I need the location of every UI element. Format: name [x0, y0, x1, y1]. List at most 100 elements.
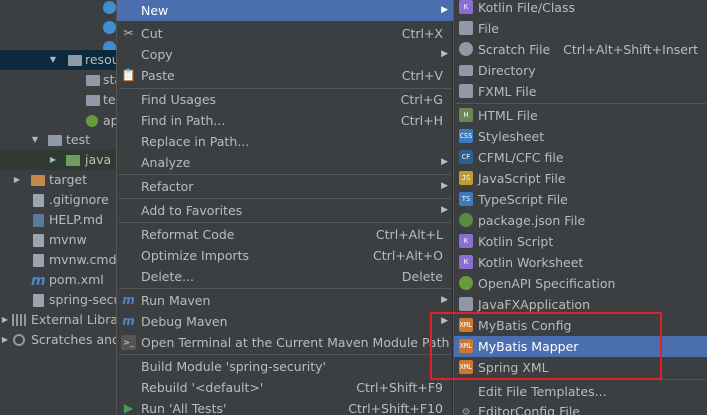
file-icon	[33, 254, 44, 267]
kotlin-icon: K	[459, 234, 473, 248]
menu-item-run-maven[interactable]: m Run Maven ▶	[117, 290, 453, 311]
submenu-item-label: Edit File Templates...	[478, 384, 607, 399]
expand-arrow-icon[interactable]: ▶	[0, 330, 10, 350]
tree-item-scratches[interactable]: ▶ Scratches and	[0, 330, 118, 350]
folder-icon	[86, 95, 100, 106]
submenu-item-label: TypeScript File	[478, 192, 568, 207]
submenu-item-package-json[interactable]: package.json File	[454, 210, 707, 231]
submenu-item-openapi-specification[interactable]: OpenAPI Specification	[454, 273, 707, 294]
submenu-item-cfml-file[interactable]: CF CFML/CFC file	[454, 147, 707, 168]
submenu-item-html-file[interactable]: H HTML File	[454, 105, 707, 126]
submenu-item-directory[interactable]: Directory	[454, 60, 707, 81]
menu-item-reformat-code[interactable]: Reformat Code Ctrl+Alt+L	[117, 224, 453, 245]
file-icon	[459, 21, 473, 35]
menu-item-paste[interactable]: 📋 Paste Ctrl+V	[117, 65, 453, 86]
tree-item[interactable]: spring-secu	[0, 290, 118, 310]
submenu-item-label: package.json File	[478, 213, 586, 228]
tree-item[interactable]	[0, 17, 118, 37]
menu-item-shortcut: Ctrl+V	[401, 68, 443, 83]
submenu-item-file[interactable]: File	[454, 18, 707, 39]
tree-item-java[interactable]: ▶ java	[0, 150, 118, 170]
menu-item-new[interactable]: New ▶	[117, 0, 453, 21]
menu-item-label: Add to Favorites	[141, 203, 243, 218]
tree-item-test[interactable]: ▼ test	[0, 130, 118, 150]
run-icon: ▶	[123, 401, 134, 415]
tree-item[interactable]: te	[0, 90, 118, 110]
tree-item-external-libraries[interactable]: ▶ External Librar	[0, 310, 118, 330]
submenu-item-typescript-file[interactable]: TS TypeScript File	[454, 189, 707, 210]
submenu-item-mybatis-mapper[interactable]: XML MyBatis Mapper	[454, 336, 707, 357]
submenu-item-mybatis-config[interactable]: XML MyBatis Config	[454, 315, 707, 336]
submenu-item-label: Scratch File	[478, 42, 551, 57]
menu-item-replace-in-path[interactable]: Replace in Path...	[117, 131, 453, 152]
tree-item[interactable]: m pom.xml	[0, 270, 118, 290]
menu-item-open-terminal[interactable]: >_ Open Terminal at the Current Maven Mo…	[117, 332, 453, 353]
menu-item-add-to-favorites[interactable]: Add to Favorites ▶	[117, 200, 453, 221]
submenu-item-label: FXML File	[478, 84, 537, 99]
menu-item-label: Build Module 'spring-security'	[141, 359, 326, 374]
submenu-item-stylesheet[interactable]: CSS Stylesheet	[454, 126, 707, 147]
menu-item-analyze[interactable]: Analyze ▶	[117, 152, 453, 173]
submenu-item-kotlin-script[interactable]: K Kotlin Script	[454, 231, 707, 252]
menu-item-debug-maven[interactable]: m Debug Maven ▶	[117, 311, 453, 332]
submenu-item-kotlin-worksheet[interactable]: K Kotlin Worksheet	[454, 252, 707, 273]
expand-arrow-icon[interactable]: ▶	[48, 150, 58, 170]
menu-item-cut[interactable]: ✂ Cut Ctrl+X	[117, 23, 453, 44]
tree-item-label: java	[85, 152, 112, 167]
tree-item[interactable]: HELP.md	[0, 210, 118, 230]
folder-icon	[86, 75, 100, 86]
menu-item-optimize-imports[interactable]: Optimize Imports Ctrl+Alt+O	[117, 245, 453, 266]
tree-item[interactable]	[0, 0, 118, 17]
menu-item-rebuild[interactable]: Rebuild '<default>' Ctrl+Shift+F9	[117, 377, 453, 398]
menu-item-build-module[interactable]: Build Module 'spring-security'	[117, 356, 453, 377]
tree-item[interactable]: mvnw.cmd	[0, 250, 118, 270]
submenu-item-edit-file-templates[interactable]: Edit File Templates...	[454, 381, 707, 402]
menu-item-find-usages[interactable]: Find Usages Ctrl+G	[117, 89, 453, 110]
context-menu: New ▶ ✂ Cut Ctrl+X Copy ▶ 📋 Paste Ctrl+V…	[116, 0, 453, 415]
tree-item-target[interactable]: ▶ target	[0, 170, 118, 190]
expand-arrow-icon[interactable]: ▶	[12, 170, 22, 190]
menu-item-label: Run 'All Tests'	[141, 401, 227, 415]
submenu-item-label: MyBatis Config	[478, 318, 572, 333]
menu-item-label: Replace in Path...	[141, 134, 250, 149]
scissors-icon: ✂	[123, 26, 134, 40]
tree-item-label: HELP.md	[49, 212, 103, 227]
xml-icon: XML	[459, 360, 473, 374]
tree-item[interactable]: ap	[0, 111, 118, 131]
folder-icon	[459, 65, 473, 76]
tree-item[interactable]: mvnw	[0, 230, 118, 250]
menu-item-delete[interactable]: Delete... Delete	[117, 266, 453, 287]
submenu-item-spring-xml[interactable]: XML Spring XML	[454, 357, 707, 378]
submenu-item-kotlin-file-class[interactable]: K Kotlin File/Class	[454, 0, 707, 18]
menu-separator	[119, 288, 451, 289]
clipboard-icon: 📋	[121, 68, 136, 82]
tree-item-label: External Librar	[31, 312, 118, 327]
submenu-item-scratch-file[interactable]: Scratch File Ctrl+Alt+Shift+Insert	[454, 39, 707, 60]
submenu-item-javascript-file[interactable]: JS JavaScript File	[454, 168, 707, 189]
submenu-item-javafx-application[interactable]: JavaFXApplication	[454, 294, 707, 315]
submenu-item-label: Kotlin Worksheet	[478, 255, 584, 270]
menu-item-refactor[interactable]: Refactor ▶	[117, 176, 453, 197]
menu-item-label: Delete...	[141, 269, 194, 284]
menu-item-run-all-tests[interactable]: ▶ Run 'All Tests' Ctrl+Shift+F10	[117, 398, 453, 415]
submenu-item-label: Directory	[478, 63, 536, 78]
submenu-item-editorconfig-file[interactable]: ⚙ EditorConfig File	[454, 401, 707, 415]
menu-item-find-in-path[interactable]: Find in Path... Ctrl+H	[117, 110, 453, 131]
tree-item-resources[interactable]: ▼ resou	[0, 50, 118, 70]
typescript-icon: TS	[459, 192, 473, 206]
expand-arrow-icon[interactable]: ▼	[30, 130, 40, 150]
menu-item-shortcut: Ctrl+H	[400, 113, 443, 128]
menu-item-copy[interactable]: Copy ▶	[117, 44, 453, 65]
menu-separator	[119, 354, 451, 355]
submenu-item-fxml-file[interactable]: FXML File	[454, 81, 707, 102]
menu-item-label: Cut	[141, 26, 163, 41]
submenu-item-label: EditorConfig File	[478, 404, 580, 415]
tree-item[interactable]: .gitignore	[0, 190, 118, 210]
tree-item[interactable]: sta	[0, 70, 118, 90]
submenu-item-label: Spring XML	[478, 360, 549, 375]
menu-item-shortcut: Delete	[401, 269, 443, 284]
expand-arrow-icon[interactable]: ▼	[48, 50, 58, 70]
menu-separator	[119, 198, 451, 199]
expand-arrow-icon[interactable]: ▶	[0, 310, 10, 330]
tree-item-label: mvnw	[49, 232, 87, 247]
